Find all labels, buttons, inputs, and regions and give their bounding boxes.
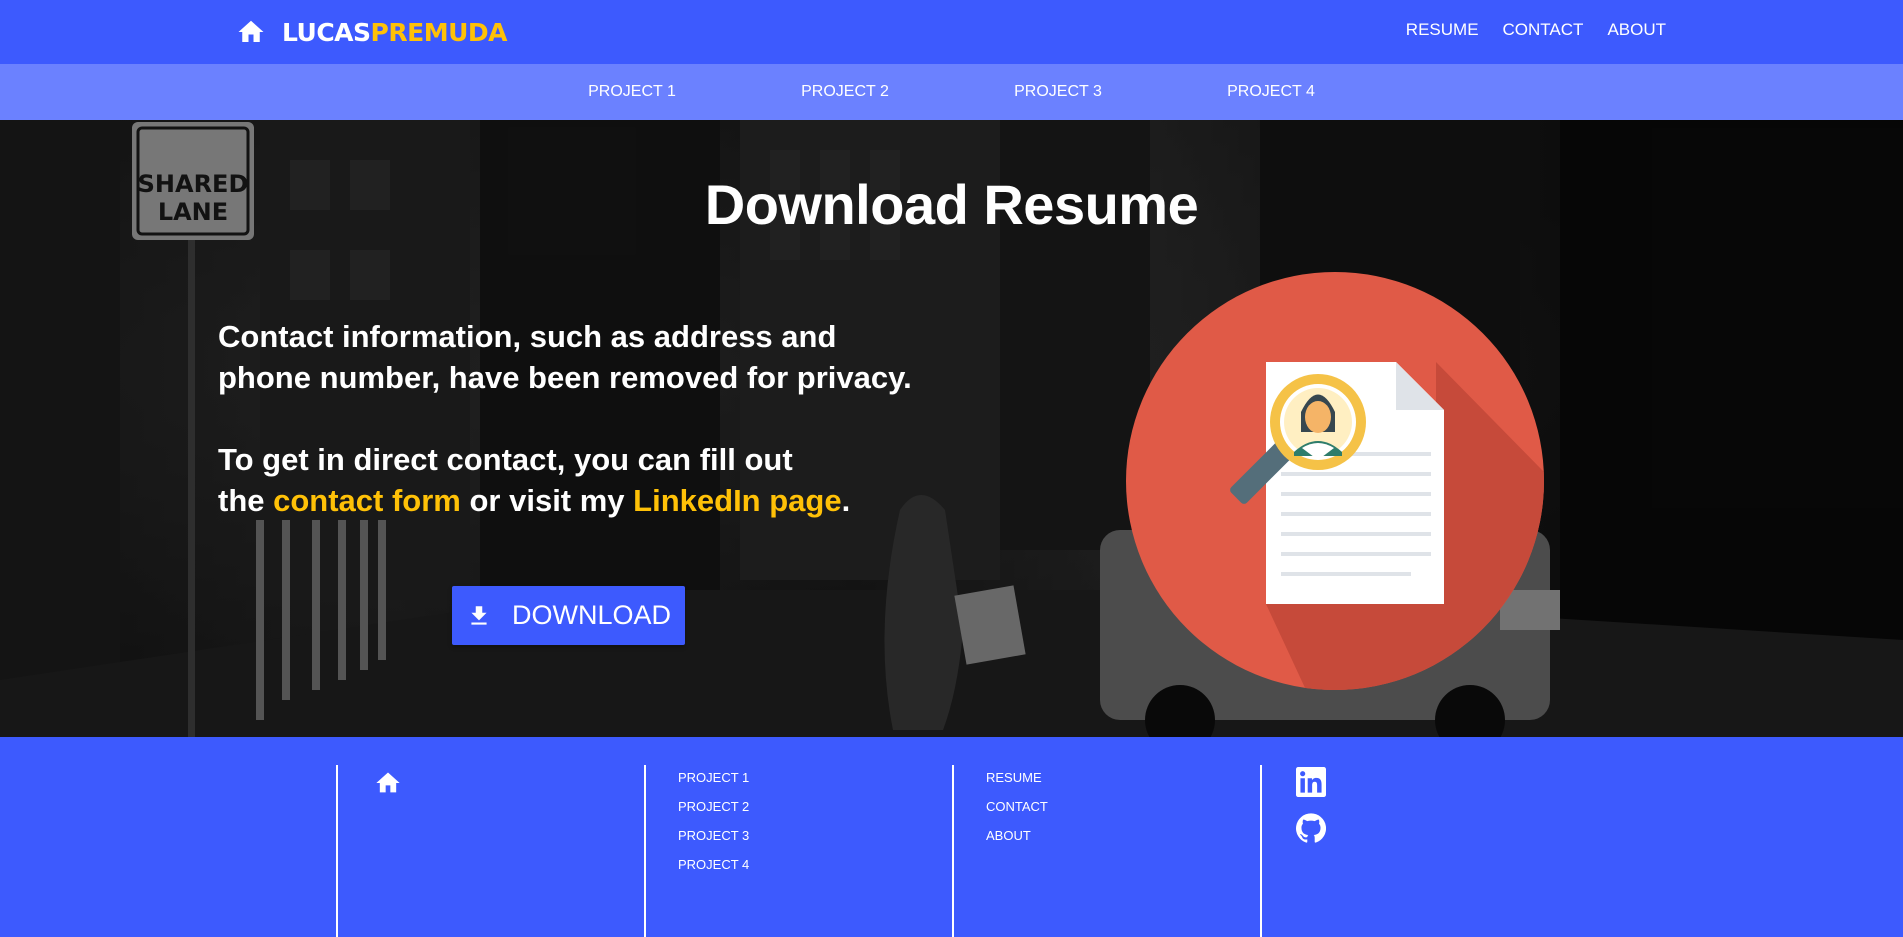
home-icon — [238, 20, 264, 42]
download-icon — [471, 605, 487, 625]
site-footer: PROJECT 1 PROJECT 2 PROJECT 3 PROJECT 4 … — [0, 737, 1903, 937]
github-icon[interactable] — [1296, 813, 1326, 843]
project-1-link[interactable]: PROJECT 1 — [572, 83, 692, 101]
project-4-link[interactable]: PROJECT 4 — [1211, 83, 1331, 101]
footer-resume-link[interactable]: RESUME — [986, 770, 1042, 785]
page-title: Download Resume — [704, 173, 1199, 236]
main-nav: RESUME CONTACT ABOUT — [1406, 20, 1666, 40]
footer-social-column — [1260, 765, 1326, 937]
contact-form-link[interactable]: contact form — [273, 483, 461, 518]
footer-project-3-link[interactable]: PROJECT 3 — [678, 828, 749, 843]
home-icon[interactable] — [374, 769, 402, 797]
brand-last-name: PREMUDA — [370, 17, 508, 47]
nav-resume-link[interactable]: RESUME — [1406, 20, 1479, 40]
resume-info-text: Contact information, such as address and… — [218, 316, 958, 562]
brand-name: LUCASPREMUDA — [282, 18, 507, 47]
hero-section: SHARED LANE Download Resume Contact info… — [0, 120, 1903, 737]
footer-project-4-link[interactable]: PROJECT 4 — [678, 857, 749, 872]
footer-pages-column: RESUME CONTACT ABOUT — [952, 765, 1048, 937]
footer-projects-column: PROJECT 1 PROJECT 2 PROJECT 3 PROJECT 4 — [644, 765, 749, 937]
brand-first-name: LUCAS — [282, 17, 371, 47]
top-navbar: LUCASPREMUDA RESUME CONTACT ABOUT — [0, 0, 1903, 64]
contact-note: To get in direct contact, you can fill o… — [218, 439, 958, 521]
contact-line-1: To get in direct contact, you can fill o… — [218, 442, 793, 477]
linkedin-page-link[interactable]: LinkedIn page — [633, 483, 841, 518]
download-button[interactable]: DOWNLOAD — [452, 586, 685, 645]
contact-end-text: . — [841, 483, 851, 518]
contact-pre-text: the — [218, 483, 274, 518]
nav-about-link[interactable]: ABOUT — [1607, 20, 1666, 40]
resume-illustration — [1126, 272, 1544, 690]
contact-mid-text: or visit my — [460, 483, 634, 518]
project-3-link[interactable]: PROJECT 3 — [998, 83, 1118, 101]
footer-about-link[interactable]: ABOUT — [986, 828, 1031, 843]
linkedin-icon[interactable] — [1296, 767, 1326, 797]
privacy-line-1: Contact information, such as address and — [218, 319, 837, 354]
footer-contact-link[interactable]: CONTACT — [986, 799, 1048, 814]
project-2-link[interactable]: PROJECT 2 — [785, 83, 905, 101]
privacy-note: Contact information, such as address and… — [218, 316, 958, 398]
project-navbar: PROJECT 1 PROJECT 2 PROJECT 3 PROJECT 4 — [0, 64, 1903, 120]
footer-project-1-link[interactable]: PROJECT 1 — [678, 770, 749, 785]
footer-project-2-link[interactable]: PROJECT 2 — [678, 799, 749, 814]
nav-contact-link[interactable]: CONTACT — [1503, 20, 1584, 40]
brand-home-link[interactable]: LUCASPREMUDA — [236, 16, 507, 48]
download-button-label: DOWNLOAD — [511, 600, 671, 630]
privacy-line-2: phone number, have been removed for priv… — [218, 360, 912, 395]
footer-home-column — [336, 765, 400, 937]
